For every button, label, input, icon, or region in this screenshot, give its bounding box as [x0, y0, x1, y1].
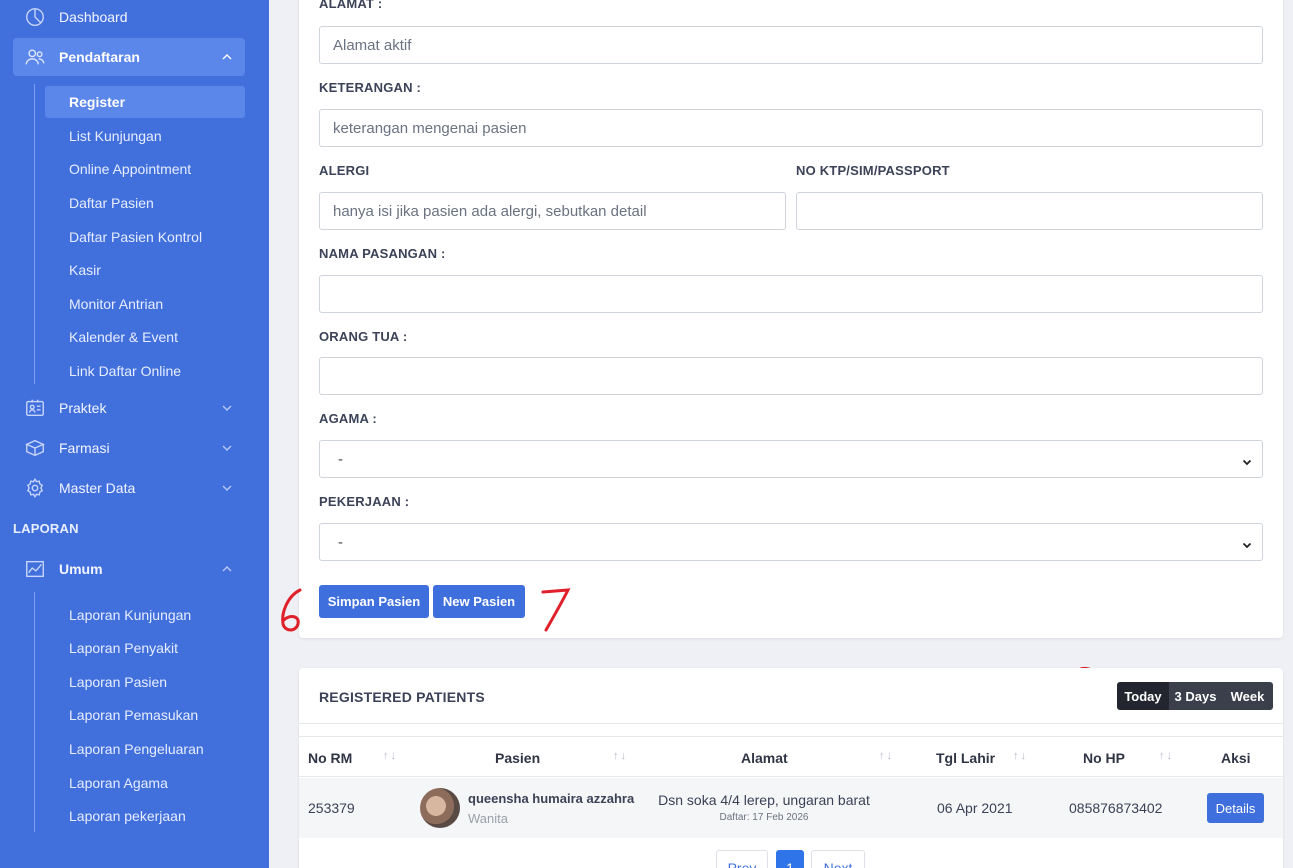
chart-line-icon: [24, 558, 46, 580]
filter-today-button[interactable]: Today: [1117, 682, 1169, 710]
keterangan-label: KETERANGAN :: [319, 80, 422, 95]
sidebar-item-farmasi[interactable]: Farmasi: [13, 429, 245, 467]
sidebar-sub-list-kunjungan[interactable]: List Kunjungan: [45, 120, 245, 152]
cell-no-hp: 085876873402: [1069, 800, 1163, 816]
pagination-prev[interactable]: Prev: [716, 850, 768, 868]
col-header-alamat[interactable]: Alamat: [741, 750, 788, 766]
patient-form-card: ALAMAT : KETERANGAN : ALERGI NO KTP/SIM/…: [299, 0, 1283, 638]
sidebar-sub-laporan-pemasukan[interactable]: Laporan Pemasukan: [45, 699, 245, 731]
annotation-6: 6: [281, 588, 302, 632]
cell-daftar-date: Daftar: 17 Feb 2026: [719, 812, 809, 823]
id-card-icon: [24, 397, 46, 419]
sidebar-sub-laporan-pekerjaan[interactable]: Laporan pekerjaan: [45, 800, 245, 832]
avatar: [420, 788, 460, 828]
sidebar-item-pendaftaran[interactable]: Pendaftaran: [13, 38, 245, 76]
agama-label: AGAMA :: [319, 411, 377, 426]
alergi-label: ALERGI: [319, 163, 370, 178]
pagination-page-1[interactable]: 1: [776, 850, 804, 868]
sidebar-sub-kasir[interactable]: Kasir: [45, 254, 245, 286]
sidebar-item-dashboard[interactable]: Dashboard: [13, 0, 245, 36]
sort-icon[interactable]: ↑↓: [1013, 750, 1028, 762]
sidebar-sub-laporan-pengeluaran[interactable]: Laporan Pengeluaran: [45, 733, 245, 765]
annotation-7: 7: [541, 588, 571, 632]
sidebar-sub-link-daftar-online[interactable]: Link Daftar Online: [45, 355, 245, 387]
sidebar-sub-register[interactable]: Register: [45, 86, 245, 118]
submenu-line: [34, 84, 35, 384]
sort-icon[interactable]: ↑↓: [879, 750, 894, 762]
table-header-divider: [299, 776, 1283, 777]
chevron-down-icon: [221, 481, 233, 493]
orang-tua-label: ORANG TUA :: [319, 329, 408, 344]
agama-select-value: -: [338, 450, 343, 468]
sidebar-sub-online-appointment[interactable]: Online Appointment: [45, 153, 245, 185]
cell-patient-gender: Wanita: [468, 811, 508, 826]
filter-week-button[interactable]: Week: [1222, 682, 1273, 710]
sidebar-item-label: Farmasi: [59, 440, 110, 456]
chevron-down-icon: [221, 401, 233, 413]
sidebar-sub-kalender-event[interactable]: Kalender & Event: [45, 321, 245, 353]
sidebar-sub-daftar-pasien-kontrol[interactable]: Daftar Pasien Kontrol: [45, 221, 245, 253]
chevron-down-icon: [221, 441, 233, 453]
sidebar-sub-laporan-kunjungan[interactable]: Laporan Kunjungan: [45, 599, 245, 631]
sidebar-item-label: Master Data: [59, 480, 136, 496]
pekerjaan-label: PEKERJAAN :: [319, 494, 410, 509]
sidebar-item-master-data[interactable]: Master Data: [13, 469, 245, 507]
sidebar-item-label: Praktek: [59, 400, 107, 416]
sidebar: Dashboard Pendaftaran Register List Kunj…: [0, 0, 269, 868]
col-header-no-hp[interactable]: No HP: [1083, 750, 1125, 766]
sidebar-sub-laporan-agama[interactable]: Laporan Agama: [45, 767, 245, 799]
sidebar-item-umum[interactable]: Umum: [13, 550, 245, 588]
pagination-next[interactable]: Next: [811, 850, 865, 868]
col-header-tgl-lahir[interactable]: Tgl Lahir: [936, 750, 995, 766]
pekerjaan-select[interactable]: -: [319, 523, 1263, 561]
cell-no-rm: 253379: [308, 800, 355, 816]
gear-icon: [24, 477, 46, 499]
col-header-aksi: Aksi: [1221, 750, 1251, 766]
nama-pasangan-label: NAMA PASANGAN :: [319, 246, 446, 261]
sidebar-sub-daftar-pasien[interactable]: Daftar Pasien: [45, 187, 245, 219]
col-header-pasien[interactable]: Pasien: [495, 750, 540, 766]
chevron-up-icon: [221, 50, 233, 62]
sidebar-sub-monitor-antrian[interactable]: Monitor Antrian: [45, 288, 245, 320]
table-top-border: [299, 736, 1283, 737]
sidebar-sub-laporan-penyakit[interactable]: Laporan Penyakit: [45, 632, 245, 664]
pekerjaan-select-value: -: [338, 533, 343, 551]
new-pasien-button[interactable]: New Pasien: [433, 585, 525, 618]
agama-select[interactable]: -: [319, 440, 1263, 478]
col-header-no-rm[interactable]: No RM: [308, 750, 352, 766]
simpan-pasien-button[interactable]: Simpan Pasien: [319, 585, 429, 618]
nama-pasangan-input[interactable]: [319, 275, 1263, 313]
registered-patients-card: REGISTERED PATIENTS Today 3 Days Week No…: [299, 668, 1283, 868]
sidebar-item-label: Dashboard: [59, 9, 128, 25]
chevron-down-icon: [1242, 537, 1252, 549]
cell-patient-name: queensha humaira azzahra: [468, 791, 635, 806]
chevron-up-icon: [221, 562, 233, 574]
cell-alamat: Dsn soka 4/4 lerep, ungaran barat: [658, 792, 870, 808]
keterangan-input[interactable]: [319, 109, 1263, 147]
registered-patients-title: REGISTERED PATIENTS: [319, 689, 485, 705]
submenu-line: [34, 592, 35, 832]
chevron-down-icon: [1242, 454, 1252, 466]
dashboard-icon: [24, 6, 46, 28]
sidebar-item-label: Pendaftaran: [59, 49, 140, 65]
cell-tgl-lahir: 06 Apr 2021: [937, 800, 1013, 816]
box-icon: [24, 437, 46, 459]
sidebar-section-laporan: LAPORAN: [13, 521, 79, 536]
sidebar-sub-laporan-pasien[interactable]: Laporan Pasien: [45, 666, 245, 698]
header-divider: [299, 723, 1283, 724]
sort-icon[interactable]: ↑↓: [383, 750, 398, 762]
orang-tua-input[interactable]: [319, 357, 1263, 395]
filter-3days-button[interactable]: 3 Days: [1169, 682, 1222, 710]
details-button[interactable]: Details: [1207, 793, 1264, 823]
sidebar-item-label: Umum: [59, 561, 103, 577]
ktp-input[interactable]: [796, 192, 1263, 230]
alamat-label: ALAMAT :: [319, 0, 383, 11]
sort-icon[interactable]: ↑↓: [613, 750, 628, 762]
alamat-input[interactable]: [319, 26, 1263, 64]
ktp-label: NO KTP/SIM/PASSPORT: [796, 163, 950, 178]
alergi-input[interactable]: [319, 192, 786, 230]
sort-icon[interactable]: ↑↓: [1159, 750, 1174, 762]
sidebar-item-praktek[interactable]: Praktek: [13, 389, 245, 427]
users-icon: [24, 46, 46, 68]
